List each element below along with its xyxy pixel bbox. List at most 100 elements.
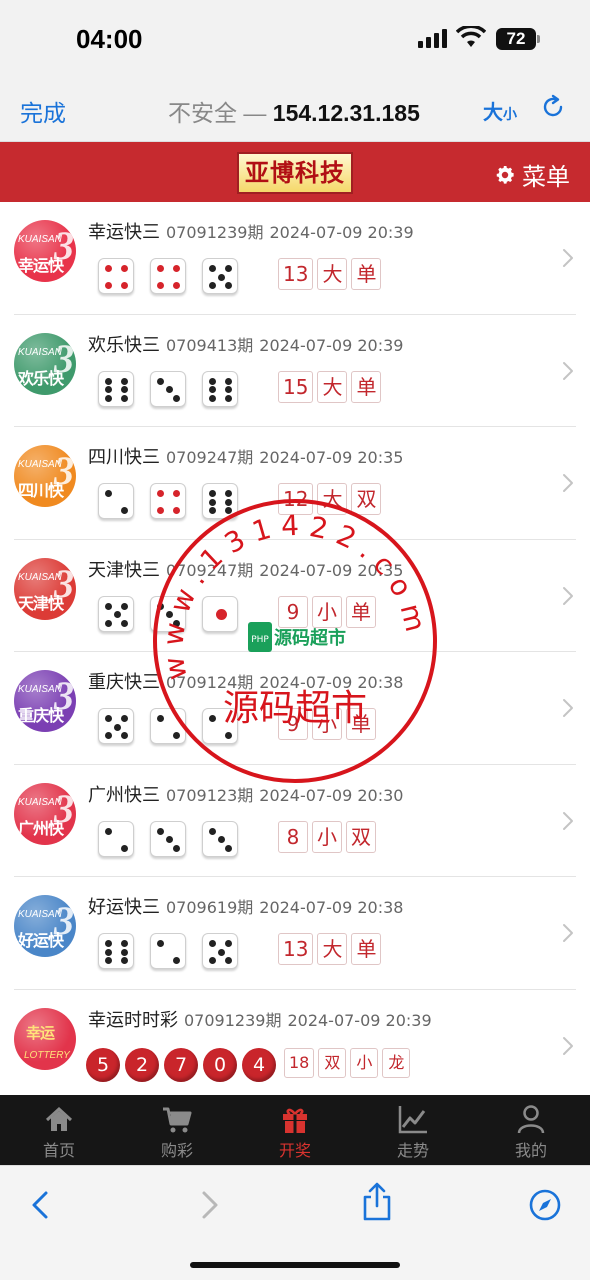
address-field[interactable]: 不安全 — 154.12.31.185 [168, 94, 420, 128]
dice-face-2 [150, 708, 186, 744]
lottery-row[interactable]: KUAISAN 3 天津快 天津快三 0709247期 2024-07-09 20:35 9… [0, 540, 590, 652]
lottery-row[interactable]: KUAISAN 3 幸运快 幸运快三 07091239期 2024-07-09 20:39… [0, 202, 590, 315]
dice-pip [105, 732, 112, 739]
lottery-period: 07091239期 [184, 1010, 282, 1030]
insecure-label: 不安全 — [168, 100, 273, 126]
lottery-period: 0709123期 [166, 785, 254, 805]
reload-icon[interactable] [540, 94, 566, 120]
menu-button[interactable]: 菜单 [494, 157, 570, 192]
logo-name: 幸运快 [18, 256, 64, 275]
dice-pip [113, 611, 121, 618]
dice-pip [105, 619, 112, 627]
chevron-right-icon [563, 249, 573, 267]
dice-pip [105, 957, 112, 964]
lottery-logo-icon: KUAISAN 3 天津快 [14, 557, 76, 620]
lottery-time: 2024-07-09 20:38 [259, 898, 404, 917]
lottery-row[interactable]: KUAISAN 3 欢乐快 欢乐快三 0709413期 2024-07-09 20:39 1… [0, 315, 590, 427]
battery-cap [537, 35, 540, 43]
lottery-row-ssc[interactable]: 幸运 LOTTERY 幸运时时彩 07091239期 2024-07-09 20:39 5… [0, 990, 590, 1103]
dice-pip [209, 265, 216, 272]
dice-face-6 [98, 933, 134, 969]
dice-pip [165, 836, 173, 843]
wifi-icon [456, 26, 486, 47]
dice-face-6 [98, 370, 134, 407]
result-tag: 双 [318, 1047, 347, 1078]
lottery-name: 四川快三 [88, 447, 160, 468]
dice-pip [157, 715, 164, 722]
dice-face-5 [98, 595, 134, 632]
dice-pip [173, 507, 180, 514]
compass-icon[interactable] [528, 1188, 562, 1222]
chevron-right-icon [563, 1036, 573, 1055]
lottery-row[interactable]: KUAISAN 3 重庆快 重庆快三 0709124期 2024-07-09 20:38 9… [0, 652, 590, 765]
lottery-row[interactable]: KUAISAN 3 广州快 广州快三 0709123期 2024-07-09 20:30 8… [0, 765, 590, 877]
share-icon[interactable] [362, 1182, 392, 1222]
dice-pip [121, 507, 128, 514]
parity-tag: 单 [351, 370, 382, 403]
dice-pip [217, 948, 225, 956]
lottery-title: 广州快三 0709123期 2024-07-09 20:30 [88, 781, 403, 807]
lottery-name: 重庆快三 [88, 672, 160, 693]
sum-tag: 12 [278, 483, 314, 515]
dice-pip [225, 265, 232, 272]
lottery-row[interactable]: KUAISAN 3 好运快 好运快三 0709619期 2024-07-09 20:38 1… [0, 877, 590, 990]
size-tag: 小 [312, 708, 342, 740]
dice-pip [209, 386, 216, 393]
brand-logo: 亚博科技 [237, 152, 353, 194]
size-tag: 大 [317, 483, 348, 515]
user-icon [517, 1105, 545, 1134]
dice-pip [217, 836, 225, 843]
lottery-name: 广州快三 [88, 784, 160, 806]
sum-tag: 15 [278, 370, 314, 403]
result-ball: 0 [203, 1047, 237, 1082]
back-icon[interactable] [30, 1190, 50, 1220]
parity-tag: 单 [351, 933, 382, 965]
cellular-signal-icon [418, 29, 447, 48]
dice-pip [105, 386, 112, 393]
page: 04:00 72 完成 不安全 — 154.12.31.185 大小 亚博科技 [0, 0, 590, 1280]
lottery-name: 好运快三 [88, 897, 160, 918]
text-size-button[interactable]: 大小 [483, 96, 517, 125]
dice-face-5 [202, 933, 238, 969]
tab-trend[interactable]: 走势 [354, 1095, 472, 1165]
dice-pip [121, 844, 128, 852]
result-tags: 9小单 [278, 708, 376, 740]
lottery-title: 天津快三 0709247期 2024-07-09 20:35 [88, 556, 403, 582]
dice-pip [173, 619, 180, 627]
logo-name: 天津快 [18, 593, 64, 613]
lottery-time: 2024-07-09 20:39 [259, 335, 404, 355]
dice-pip [225, 957, 232, 964]
tab-gift[interactable]: 开奖 [236, 1095, 354, 1165]
result-tags: 13 大单 [278, 933, 382, 965]
status-time: 04:00 [76, 24, 143, 54]
logo-name: 欢乐快 [18, 368, 64, 388]
dice-pip [105, 377, 112, 385]
lottery-list: KUAISAN 3 幸运快 幸运快三 07091239期 2024-07-09 20:39… [0, 202, 590, 1102]
dice-pip [121, 957, 128, 964]
dice-face-5 [98, 708, 134, 744]
lottery-time: 2024-07-09 20:30 [259, 785, 404, 805]
dice-group [98, 258, 238, 294]
gear-icon [496, 165, 514, 184]
tab-home[interactable]: 首页 [0, 1095, 118, 1165]
dice-pip [209, 715, 216, 722]
sum-tag: 8 [278, 820, 308, 853]
dice-face-4 [150, 258, 186, 294]
ball-group: 52704 [86, 1047, 276, 1082]
lottery-period: 0709247期 [166, 448, 254, 467]
lottery-name: 幸运快三 [88, 222, 160, 243]
tab-cart[interactable]: 购彩 [118, 1095, 236, 1165]
sum-tag: 18 [284, 1047, 315, 1078]
lottery-row[interactable]: KUAISAN 3 四川快 四川快三 0709247期 2024-07-09 20:35 1… [0, 427, 590, 540]
done-button[interactable]: 完成 [20, 94, 66, 128]
size-tag: 大 [317, 933, 348, 965]
lottery-time: 2024-07-09 20:38 [259, 673, 404, 692]
forward-icon[interactable] [200, 1190, 220, 1220]
dice-face-2 [98, 820, 134, 857]
lottery-logo-icon: 幸运 LOTTERY [14, 1007, 76, 1070]
result-tag: 小 [350, 1047, 379, 1078]
dice-face-5 [202, 258, 238, 294]
dice-pip [121, 715, 128, 722]
dice-face-3 [150, 595, 186, 632]
tab-user[interactable]: 我的 [472, 1095, 590, 1165]
